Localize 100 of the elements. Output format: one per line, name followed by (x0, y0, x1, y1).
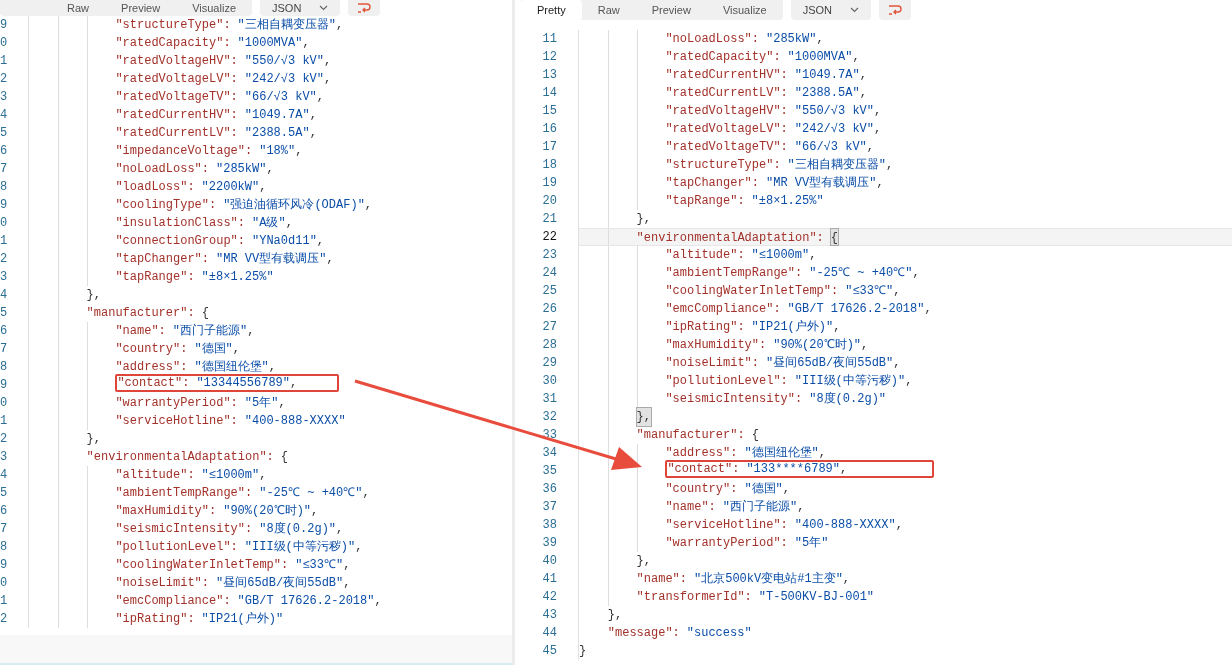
punctuation: , (818, 445, 826, 462)
line-number: 1 (0, 52, 29, 70)
punctuation: , (343, 557, 351, 574)
line-number: 11 (515, 30, 579, 48)
json-key: "structureType": (665, 156, 781, 174)
punctuation: , (290, 376, 298, 390)
caret-icon (850, 7, 860, 13)
json-key: "noLoadLoss": (115, 160, 209, 178)
json-value: "MR VV型有载调压" (766, 175, 877, 192)
punctuation: , (782, 481, 790, 498)
json-value: "±8×1.25%" (751, 193, 824, 210)
json-value: "IP21(户外)" (751, 319, 834, 336)
punctuation: , (874, 121, 882, 138)
punctuation: , (893, 355, 901, 372)
json-value: "GB/T 17626.2-2018" (787, 301, 925, 318)
json-key: "structureType": (115, 16, 231, 34)
json-key: "altitude": (665, 246, 745, 264)
line-number: 27 (515, 318, 579, 336)
json-key: "seismicIntensity": (665, 390, 803, 408)
line-number: 0 (0, 214, 29, 232)
line-number: 42 (515, 588, 579, 606)
line-number: 0 (0, 394, 29, 412)
json-value: "1049.7A" (794, 67, 860, 84)
punctuation: , (374, 593, 382, 610)
punctuation: , (833, 319, 841, 336)
view-tab[interactable]: Visualize (706, 0, 783, 20)
punctuation: , (866, 139, 875, 156)
view-tab[interactable]: Preview (635, 0, 707, 20)
punctuation: , (232, 341, 240, 358)
view-tab[interactable]: Preview (105, 0, 177, 16)
punctuation: , (861, 337, 869, 354)
view-tab[interactable]: Visualize (176, 0, 252, 16)
json-key: "ipRating": (665, 318, 745, 336)
json-value: "西门子能源" (722, 499, 798, 516)
line-number: 3 (0, 88, 29, 106)
json-value: "≤33℃" (845, 283, 894, 300)
line-number: 32 (515, 408, 579, 426)
punctuation: , (295, 143, 303, 160)
json-key: "maxHumidity": (665, 336, 767, 354)
json-value: "A级" (252, 215, 286, 232)
line-number: 2 (0, 430, 29, 448)
caret-icon (319, 5, 329, 11)
json-key: "pollutionLevel": (665, 372, 788, 390)
json-value: "GB/T 17626.2-2018" (237, 593, 375, 610)
line-number: 12 (515, 48, 579, 66)
view-tab[interactable]: Pretty (521, 0, 582, 20)
json-value: "≤33℃" (295, 557, 344, 574)
wrap-button[interactable] (879, 0, 912, 20)
line-number: 7 (0, 520, 29, 538)
json-key: "ratedCapacity": (115, 34, 231, 52)
json-value: "德国" (194, 341, 233, 358)
line-number: 0 (0, 34, 29, 52)
line-number: 30 (515, 372, 579, 390)
wrap-icon (888, 4, 903, 16)
punctuation: , (797, 499, 805, 516)
json-key: "serviceHotline": (665, 516, 788, 534)
punctuation: , (259, 179, 267, 196)
json-key: "emcCompliance": (115, 592, 231, 610)
line-number: 43 (515, 606, 579, 624)
punctuation: , (842, 571, 851, 588)
line-number: 28 (515, 336, 579, 354)
json-value: "550/√3 kV" (794, 103, 875, 120)
json-key: "serviceHotline": (115, 412, 238, 430)
format-dropdown[interactable]: JSON (260, 0, 341, 16)
view-tab[interactable]: Raw (51, 0, 106, 16)
json-key: "ratedVoltageTV": (115, 88, 238, 106)
punctuation: , (316, 233, 325, 250)
json-key: "impedanceVoltage": (115, 142, 253, 160)
wrap-button[interactable] (348, 0, 381, 16)
json-key: "message": (607, 624, 680, 642)
punctuation: , (309, 107, 317, 124)
json-key: "address": (665, 444, 738, 462)
line-number: 44 (515, 624, 579, 642)
line-number: 29 (515, 354, 579, 372)
json-key: "environmentalAdaptation": (86, 448, 274, 466)
line-number: 40 (515, 552, 579, 570)
view-tab[interactable]: Raw (581, 0, 636, 20)
punctuation: , (316, 89, 325, 106)
punctuation: , (876, 175, 884, 192)
json-key: "warrantyPeriod": (665, 534, 788, 552)
json-key: "loadLoss": (115, 178, 195, 196)
json-value: "2388.5A" (794, 85, 860, 102)
line-number: 9 (0, 376, 29, 394)
brace: { (280, 449, 289, 466)
line-number: 1 (0, 592, 29, 610)
json-key: "ratedVoltageLV": (665, 120, 788, 138)
punctuation: , (302, 35, 310, 52)
json-value: "90%(20℃时)" (223, 503, 312, 520)
json-key: "country": (665, 480, 738, 498)
brace: }, (636, 553, 651, 570)
line-number: 39 (515, 534, 579, 552)
json-value: "8度(0.2g)" (809, 391, 887, 408)
brace: }, (636, 211, 651, 228)
json-value: "242/√3 kV" (794, 121, 875, 138)
line-number: 20 (515, 192, 579, 210)
json-value: "≤1000m" (751, 247, 810, 264)
json-value: "德国" (744, 481, 783, 498)
format-dropdown[interactable]: JSON (790, 0, 872, 20)
punctuation: , (324, 71, 332, 88)
json-value: "-25℃ ~ +40℃" (259, 485, 363, 502)
